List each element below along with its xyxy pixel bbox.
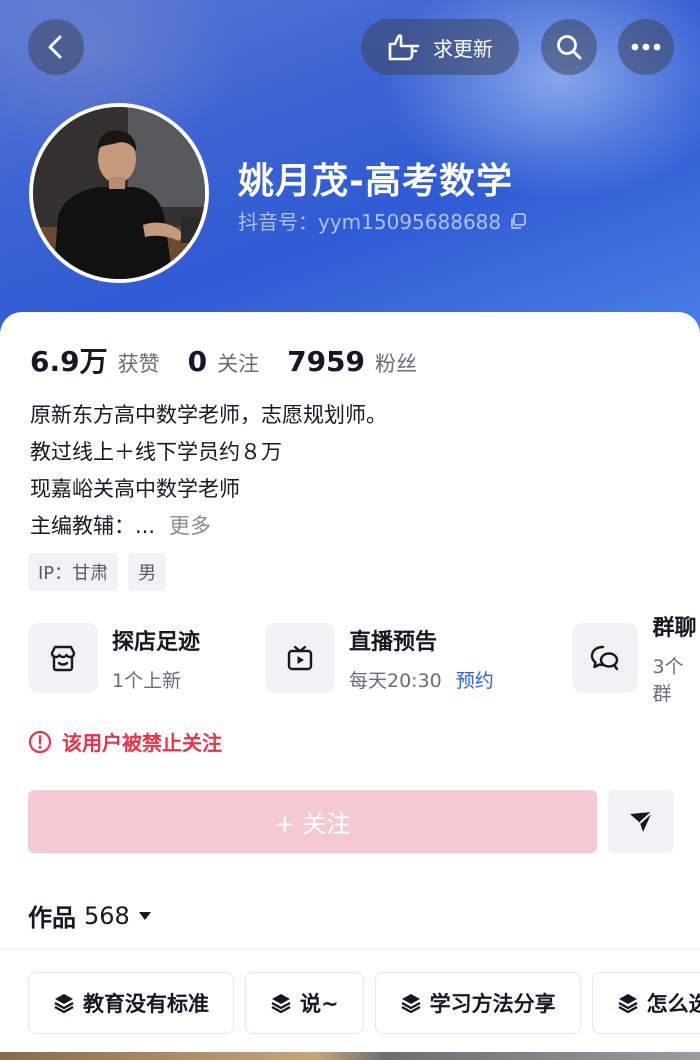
feature-title: 直播预告 [349, 629, 438, 655]
works-tab[interactable]: 作品 568 [28, 898, 152, 933]
collection-chip[interactable]: 教育没有标准 [28, 972, 234, 1034]
collection-chip[interactable]: 学习方法分享 [374, 972, 581, 1034]
followers-count[interactable]: 7959 [287, 345, 365, 378]
back-button[interactable] [28, 19, 84, 75]
follow-button[interactable]: + 关注 [28, 790, 597, 853]
profile-name: 姚月茂-高考数学 [238, 161, 513, 202]
chat-icon [591, 645, 619, 671]
tv-icon [287, 645, 313, 671]
ip-tag: IP：甘肃 [28, 553, 119, 591]
reserve-link[interactable]: 预约 [456, 670, 494, 692]
layers-icon [54, 994, 74, 1014]
douyin-id-text: 抖音号：yym15095688688 [238, 210, 502, 234]
video-thumbnails-edge[interactable] [0, 1052, 700, 1060]
feature-live-preview[interactable]: 直播预告 每天20:30 预约 [265, 623, 494, 693]
store-icon [50, 645, 76, 672]
share-button[interactable] [608, 790, 674, 853]
pointing-hand-icon [388, 34, 420, 61]
stats-row: 6.9万 获赞 0 关注 7959 粉丝 [30, 340, 445, 380]
feature-subtitle-row: 每天20:30 预约 [349, 666, 494, 693]
bio-line-last: 主编教辅：... 更多 [30, 508, 387, 545]
collection-chip[interactable]: 怎么选 [591, 972, 700, 1034]
bio-more-link[interactable]: 更多 [169, 514, 211, 538]
following-count[interactable]: 0 [188, 345, 207, 378]
feature-subtitle: 每天20:30 [349, 669, 442, 692]
collection-chip[interactable]: 说~ [245, 972, 364, 1034]
search-button[interactable] [541, 19, 597, 75]
send-icon [630, 810, 653, 832]
warning-text: 该用户被禁止关注 [62, 731, 222, 755]
avatar[interactable] [29, 103, 209, 283]
request-update-label: 求更新 [433, 36, 493, 61]
collections-row: 教育没有标准 说~ 学习方法分享 怎么选 [28, 972, 700, 1034]
douyin-id: 抖音号：yym15095688688 [238, 206, 527, 235]
feature-store-visits[interactable]: 探店足迹 1个上新 [28, 623, 200, 693]
layers-icon [271, 994, 291, 1014]
feature-title: 探店足迹 [112, 629, 201, 655]
request-update-button[interactable]: 求更新 [361, 19, 519, 75]
store-icon-box [28, 623, 98, 693]
warning-circle-icon [28, 730, 52, 753]
collection-label: 说~ [300, 992, 339, 1016]
follow-label: + 关注 [274, 810, 351, 838]
more-button[interactable] [618, 19, 674, 75]
likes-count[interactable]: 6.9万 [30, 340, 108, 380]
divider [0, 948, 700, 950]
search-icon [557, 35, 582, 60]
likes-label[interactable]: 获赞 [118, 348, 160, 378]
bio-line: 主编教辅：... [30, 514, 156, 538]
copy-icon[interactable] [509, 212, 527, 230]
followers-label[interactable]: 粉丝 [375, 348, 417, 378]
following-label[interactable]: 关注 [217, 348, 259, 378]
works-label: 作品 [28, 904, 76, 932]
feature-subtitle: 1个上新 [112, 669, 182, 692]
caret-down-icon [138, 911, 151, 920]
bio-line: 原新东方高中数学老师，志愿规划师。 [30, 403, 387, 427]
bio-line: 教过线上＋线下学员约８万 [30, 440, 282, 464]
tags-row: IP：甘肃 男 [28, 553, 167, 591]
feature-subtitle: 3个群 [652, 656, 684, 705]
collection-label: 教育没有标准 [83, 992, 209, 1016]
chat-icon-box [572, 623, 639, 693]
back-arrow-icon [48, 35, 62, 59]
follow-banned-warning: 该用户被禁止关注 [28, 727, 222, 756]
bio: 原新东方高中数学老师，志愿规划师。 教过线上＋线下学员约８万 现嘉峪关高中数学老… [30, 397, 387, 545]
collection-label: 学习方法分享 [429, 992, 556, 1016]
feature-group-chat[interactable]: 群聊 3个群 [572, 616, 700, 705]
gender-tag: 男 [128, 553, 167, 591]
layers-icon [401, 994, 421, 1014]
works-count: 568 [84, 901, 130, 930]
feature-title: 群聊 [652, 616, 697, 641]
bio-line: 现嘉峪关高中数学老师 [30, 477, 240, 501]
avatar-photo [33, 107, 205, 279]
layers-icon [618, 994, 638, 1014]
tv-icon-box [265, 623, 335, 693]
collection-label: 怎么选 [646, 992, 700, 1016]
more-dots-icon [631, 43, 661, 51]
